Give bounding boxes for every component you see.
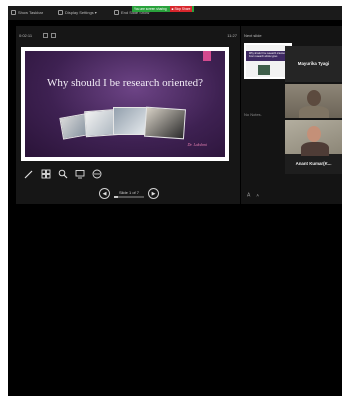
- slide-counter[interactable]: Slide 1 of 7: [114, 190, 144, 198]
- share-status-text: You are screen sharing: [134, 7, 167, 11]
- display-settings-label: Display Settings ▾: [65, 10, 97, 15]
- speaker-notes: No Notes.: [244, 112, 262, 117]
- clock: 11:27: [227, 33, 237, 38]
- notes-font-controls: A A: [247, 192, 261, 198]
- slide-accent-bar: [203, 51, 211, 61]
- participant-face: [307, 126, 321, 142]
- show-taskbar-label: Show Taskbar: [18, 10, 44, 15]
- reset-timer-icon[interactable]: [51, 33, 56, 38]
- display-settings-button[interactable]: Display Settings ▾: [58, 10, 97, 15]
- pen-icon[interactable]: [24, 169, 34, 179]
- presenter-toolbar: Show Taskbar Display Settings ▾ End Slid…: [8, 6, 342, 20]
- show-taskbar-button[interactable]: Show Taskbar: [11, 10, 43, 15]
- svg-text:A: A: [257, 194, 260, 198]
- monitor-icon: [58, 10, 63, 15]
- participant-tile[interactable]: Mayurika Tyagi: [285, 46, 342, 82]
- screen-share-window: Show Taskbar Display Settings ▾ End Slid…: [8, 6, 342, 396]
- slide-photo: [144, 106, 186, 140]
- increase-font-icon[interactable]: A: [247, 192, 252, 198]
- zoom-icon[interactable]: [58, 169, 68, 179]
- chevron-right-icon: ▶: [151, 190, 156, 197]
- slide-title: Why should I be research oriented?: [46, 77, 204, 89]
- chevron-left-icon: ◀: [102, 190, 107, 197]
- thumbnail-image: [258, 65, 270, 75]
- slide-progress-fill: [114, 195, 119, 198]
- decrease-font-icon[interactable]: A: [256, 192, 261, 198]
- slide-counter-label: Slide 1 of 7: [118, 189, 139, 195]
- next-slide-label: Next slide: [244, 33, 262, 38]
- stop-share-button[interactable]: ■ Stop Share: [169, 6, 193, 12]
- share-status-bar: You are screen sharing ■ Stop Share: [132, 6, 195, 12]
- svg-text:A: A: [247, 193, 251, 198]
- participant-name: Anant Kumar(K...: [295, 161, 332, 166]
- slide-navigation: ◀ Slide 1 of 7 ▶: [99, 188, 159, 199]
- black-screen-icon[interactable]: [75, 169, 85, 179]
- slide-progress-bar: [114, 195, 144, 198]
- all-slides-icon[interactable]: [41, 169, 51, 179]
- participant-video: [285, 120, 342, 156]
- pause-timer-icon[interactable]: [43, 33, 48, 38]
- participant-tile[interactable]: Anant Kumar(K...: [285, 120, 342, 174]
- thumbnail-text: Why should I be research oriented? Four …: [249, 52, 287, 58]
- participant-video: [299, 106, 329, 118]
- slide-canvas: Why should I be research oriented? Dr. L…: [25, 51, 225, 157]
- previous-slide-button[interactable]: ◀: [99, 188, 110, 199]
- presenter-view: 0:02:11 11:27 Why should I be research o…: [16, 26, 240, 204]
- slide-signature: Dr. Lakshmi: [187, 142, 207, 147]
- taskbar-icon: [11, 10, 16, 15]
- more-options-icon[interactable]: [92, 169, 102, 179]
- close-slideshow-icon: [114, 10, 119, 15]
- participant-tile[interactable]: [285, 84, 342, 118]
- participant-name: Mayurika Tyagi: [297, 61, 330, 66]
- participant-body: [301, 142, 329, 156]
- next-slide-button[interactable]: ▶: [148, 188, 159, 199]
- elapsed-timer: 0:02:11: [19, 33, 33, 38]
- timer-controls: [43, 33, 56, 38]
- presenter-tools: [24, 169, 102, 179]
- participant-video: [307, 90, 321, 106]
- slide-photo-collage: [59, 105, 189, 143]
- thumbnail-canvas: Why should I be research oriented? Four …: [246, 45, 290, 77]
- current-slide[interactable]: Why should I be research oriented? Dr. L…: [21, 47, 229, 161]
